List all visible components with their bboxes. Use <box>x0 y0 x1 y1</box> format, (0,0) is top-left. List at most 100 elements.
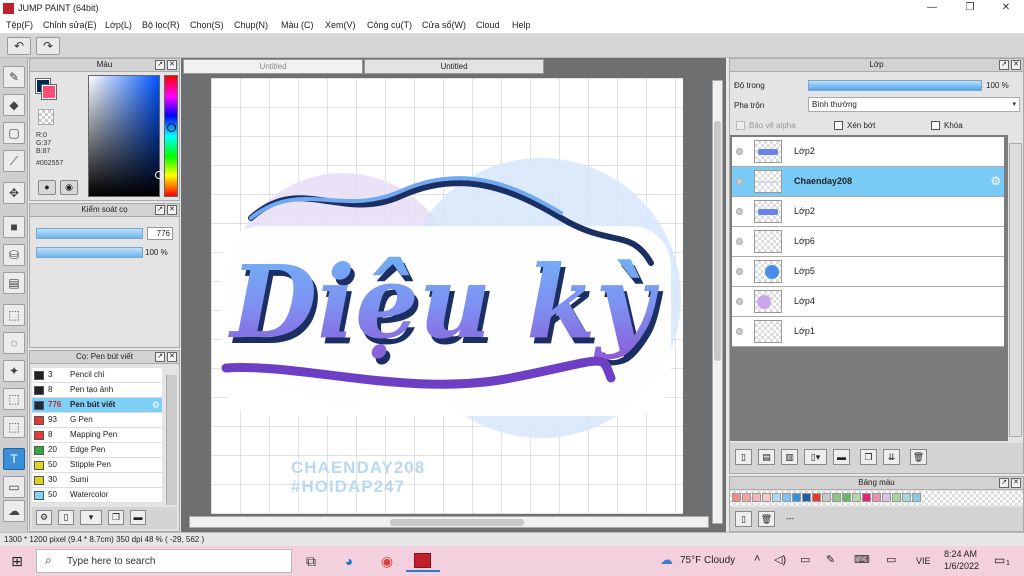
brush-list-item[interactable]: 776 Pen bút viết ⚙ <box>32 398 162 413</box>
brush-menu-icon[interactable]: ▾ <box>80 510 102 525</box>
menu-window[interactable]: Cửa sổ(W) <box>422 20 466 30</box>
palette-color-swatch[interactable] <box>912 493 921 502</box>
menu-capture[interactable]: Chụp(N) <box>234 20 268 30</box>
palette-color-swatch[interactable] <box>782 493 791 502</box>
detach-icon[interactable]: ↗ <box>999 60 1009 70</box>
palette-color-swatch[interactable] <box>842 493 851 502</box>
brush-list-item[interactable]: 3 Pencil chì <box>32 368 162 383</box>
layer-list-scrollbar[interactable] <box>1009 143 1022 437</box>
blend-mode-select[interactable]: Bình thường ▾ <box>808 97 1020 112</box>
eraser-tool-icon[interactable]: ◆ <box>3 94 25 116</box>
hue-slider[interactable] <box>164 75 178 197</box>
layer-visibility-icon[interactable] <box>736 178 743 185</box>
brush-list-item[interactable]: 50 Watercolor <box>32 488 162 503</box>
layer-visibility-icon[interactable] <box>736 208 743 215</box>
chrome-browser-icon[interactable]: ◉ <box>376 551 398 571</box>
menu-file[interactable]: Tệp(F) <box>6 20 33 30</box>
text-tool-icon[interactable]: T <box>3 448 25 470</box>
lock-checkbox[interactable] <box>931 121 940 130</box>
close-button[interactable]: ✕ <box>996 1 1016 15</box>
layer-row[interactable]: Lớp4 <box>732 287 1004 317</box>
lasso-tool-icon[interactable]: ◌ <box>3 332 25 354</box>
brush-list-item[interactable]: 20 Edge Pen <box>32 443 162 458</box>
bucket-tool-icon[interactable]: ⛁ <box>3 244 25 266</box>
layer-row[interactable]: Lớp6 <box>732 227 1004 257</box>
brush-list-item[interactable]: 8 Mapping Pen <box>32 428 162 443</box>
palette-color-swatch[interactable] <box>752 493 761 502</box>
clock-time[interactable]: 8:24 AM <box>944 549 977 559</box>
detach-icon[interactable]: ↗ <box>155 60 165 70</box>
tab-untitled-2[interactable]: Untitled <box>364 59 544 74</box>
eyedropper-icon[interactable]: ◉ <box>60 180 78 195</box>
palette-color-swatch[interactable] <box>892 493 901 502</box>
vertical-scroll-thumb[interactable] <box>714 121 721 361</box>
menu-view[interactable]: Xem(V) <box>325 20 356 30</box>
layer-menu-icon[interactable]: ▯▾ <box>804 449 827 465</box>
palette-color-swatch[interactable] <box>812 493 821 502</box>
menu-color[interactable]: Màu (C) <box>281 20 314 30</box>
network-icon[interactable]: ▭ <box>800 553 810 566</box>
delete-palette-color-icon[interactable]: 🗑 <box>758 511 775 527</box>
gradient-tool-icon[interactable]: ▤ <box>3 272 25 294</box>
transparent-color-swatch[interactable] <box>38 109 54 125</box>
detach-icon[interactable]: ↗ <box>999 478 1009 488</box>
palette-color-swatch[interactable] <box>792 493 801 502</box>
protect-alpha-checkbox[interactable] <box>736 121 745 130</box>
detach-icon[interactable]: ↗ <box>155 352 165 362</box>
canvas-horizontal-scrollbar[interactable] <box>189 516 709 528</box>
layer-row[interactable]: Lớp5 <box>732 257 1004 287</box>
horizontal-scroll-thumb[interactable] <box>390 519 524 526</box>
task-view-icon[interactable]: ⧉ <box>300 551 322 571</box>
brush-settings-gear-icon[interactable]: ⚙ <box>152 398 160 412</box>
duplicate-layer-icon[interactable]: ❐ <box>860 449 877 465</box>
close-icon[interactable]: ✕ <box>1011 478 1021 488</box>
language-indicator[interactable]: VIE <box>916 556 931 566</box>
menu-cloud[interactable]: Cloud <box>476 20 500 30</box>
maximize-button[interactable]: ❐ <box>960 1 980 15</box>
delete-layer-icon[interactable]: 🗑 <box>910 449 927 465</box>
background-color-swatch[interactable] <box>41 84 57 100</box>
close-icon[interactable]: ✕ <box>167 60 177 70</box>
folder-icon[interactable]: ▬ <box>833 449 850 465</box>
brush-tool-icon[interactable]: ⟋ <box>3 150 25 172</box>
layer-row[interactable]: Lớp1 <box>732 317 1004 347</box>
palette-color-swatch[interactable] <box>852 493 861 502</box>
menu-help[interactable]: Help <box>512 20 531 30</box>
palette-color-swatch[interactable] <box>732 493 741 502</box>
folder-icon[interactable]: ▬ <box>130 510 146 525</box>
brush-list-item[interactable]: 8 Pen tạo ảnh <box>32 383 162 398</box>
undo-icon[interactable]: ↶ <box>7 37 31 55</box>
layer-row[interactable]: Lớp2 <box>732 197 1004 227</box>
keyboard-icon[interactable]: ⌨ <box>854 553 870 566</box>
tab-untitled-1[interactable]: Untitled <box>183 59 363 74</box>
pen-tool-icon[interactable]: ✎ <box>3 66 25 88</box>
select-eraser-tool-icon[interactable]: ⬚ <box>3 416 25 438</box>
layer-settings-gear-icon[interactable]: ⚙ <box>990 174 1001 188</box>
brush-opacity-slider[interactable] <box>36 247 143 258</box>
menu-select[interactable]: Chọn(S) <box>190 20 224 30</box>
new-brush-icon[interactable]: ▯ <box>58 510 74 525</box>
palette-icon[interactable]: ● <box>38 180 56 195</box>
jump-paint-taskbar-item[interactable] <box>406 550 440 572</box>
menu-edit[interactable]: Chỉnh sửa(E) <box>43 20 97 30</box>
palette-color-swatch[interactable] <box>742 493 751 502</box>
layer-visibility-icon[interactable] <box>736 148 743 155</box>
brush-list-item[interactable]: 50 Stipple Pen <box>32 458 162 473</box>
magic-wand-tool-icon[interactable]: ✦ <box>3 360 25 382</box>
layer-visibility-icon[interactable] <box>736 268 743 275</box>
brush-list-item[interactable]: 30 Sumi <box>32 473 162 488</box>
pen-workspace-icon[interactable]: ✎ <box>826 553 835 566</box>
brush-size-value[interactable]: 776 <box>147 227 173 240</box>
copy-brush-icon[interactable]: ❐ <box>108 510 124 525</box>
close-icon[interactable]: ✕ <box>167 205 177 215</box>
palette-color-swatch[interactable] <box>832 493 841 502</box>
clock-date[interactable]: 1/6/2022 <box>944 561 979 571</box>
merge-layer-icon[interactable]: ⇊ <box>883 449 900 465</box>
display-icon[interactable]: ▭ <box>886 553 896 566</box>
palette-color-swatch[interactable] <box>902 493 911 502</box>
notification-icon[interactable]: ▭ <box>994 553 1005 567</box>
divider-tool-icon[interactable]: ▭ <box>3 476 25 498</box>
close-icon[interactable]: ✕ <box>167 352 177 362</box>
close-icon[interactable]: ✕ <box>1011 60 1021 70</box>
layer-visibility-icon[interactable] <box>736 298 743 305</box>
